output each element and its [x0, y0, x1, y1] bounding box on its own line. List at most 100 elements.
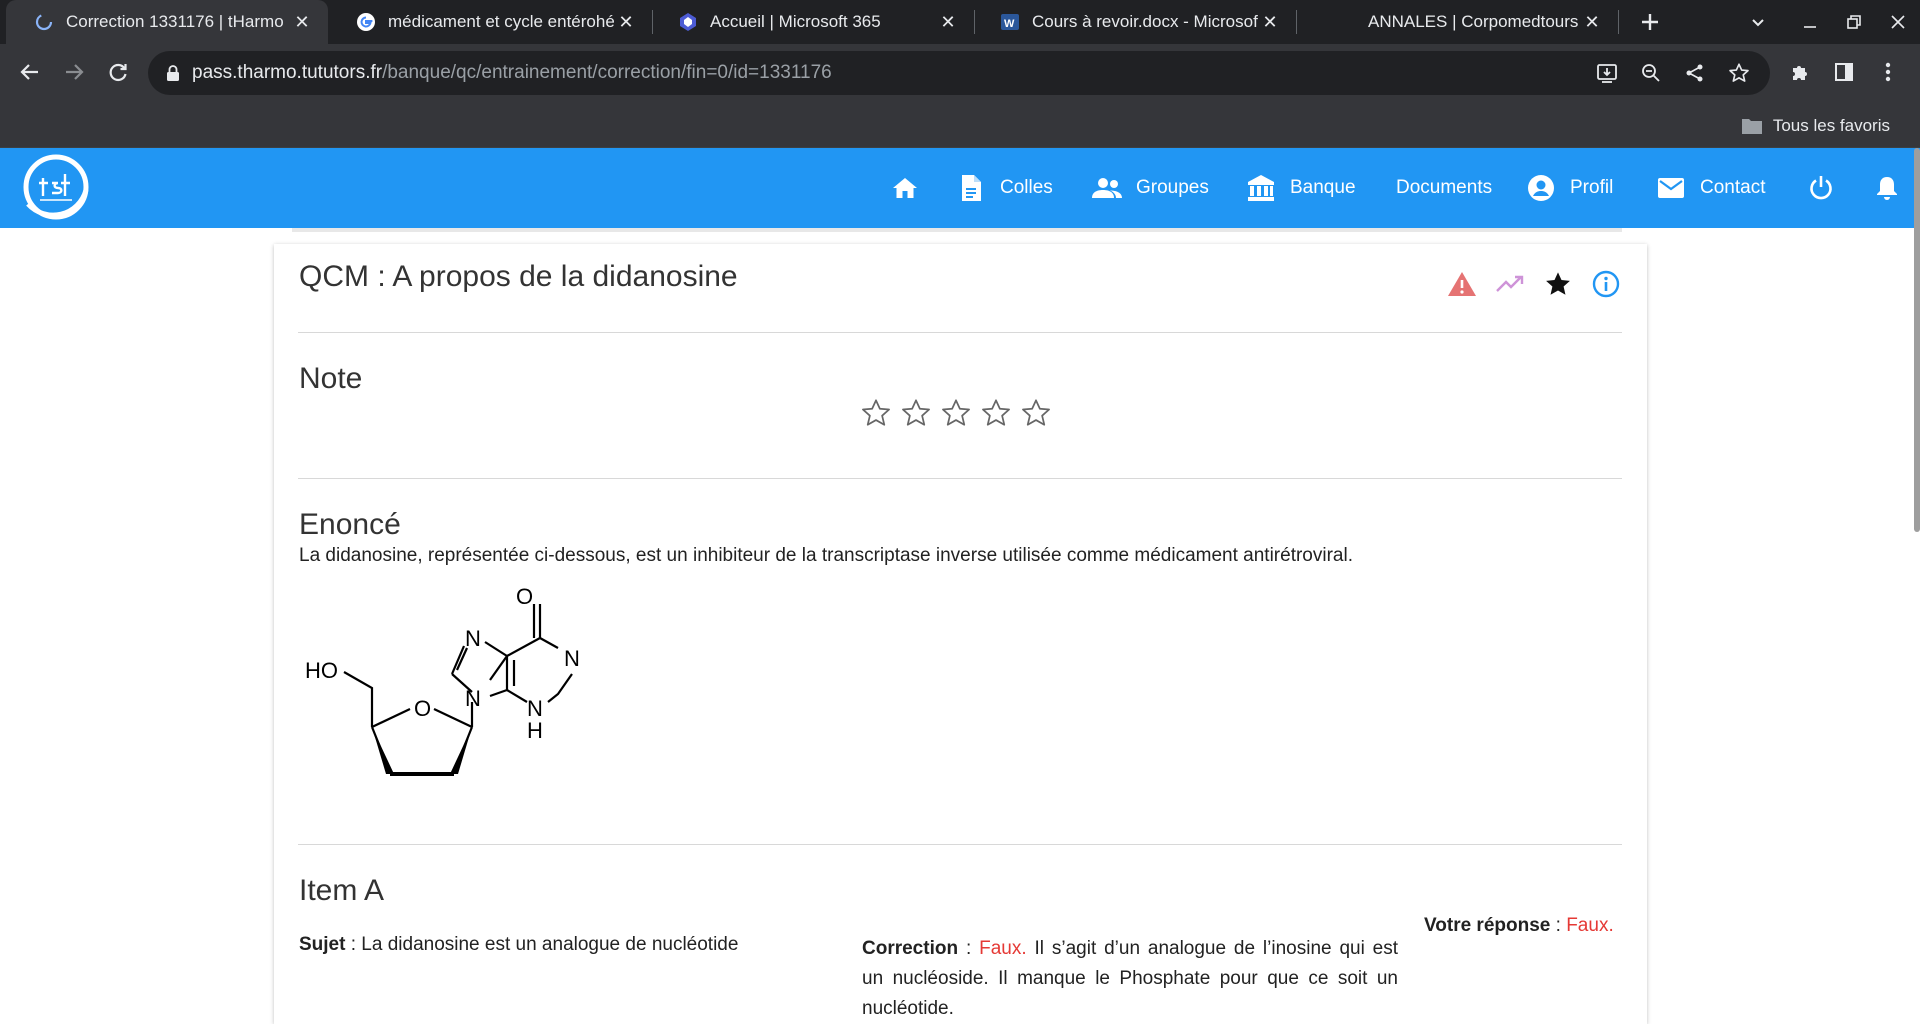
tab-annales[interactable]: ANNALES | Corpomedtours ✕ [1294, 0, 1618, 44]
rating-star-2-icon[interactable] [900, 397, 932, 429]
side-panel-button[interactable] [1824, 52, 1864, 92]
nav-contact[interactable]: Contact [1656, 168, 1765, 208]
item-correction: Correction : Faux. Il s’agit d’un analog… [862, 938, 1399, 1019]
loading-icon [34, 12, 54, 32]
close-icon[interactable]: ✕ [614, 10, 638, 34]
divider [298, 478, 1622, 479]
side-panel-icon [1835, 63, 1853, 81]
nav-documents[interactable]: Documents [1396, 168, 1492, 208]
close-icon[interactable]: ✕ [1258, 10, 1282, 34]
molecule-label-n: N [465, 686, 481, 711]
power-icon [1806, 173, 1836, 203]
home-icon [890, 173, 920, 203]
nav-banque-label: Banque [1290, 177, 1356, 198]
close-icon[interactable]: ✕ [1580, 10, 1604, 34]
correction-label: Correction [862, 938, 959, 959]
sujet-label: Sujet [299, 934, 346, 955]
molecule-label-h: H [527, 718, 543, 743]
browser-toolbar: pass.tharmo.tututors.fr/banque/qc/entrai… [0, 44, 1920, 104]
reponse-value: Faux. [1566, 915, 1614, 936]
warning-icon[interactable] [1446, 268, 1478, 300]
svg-text:W: W [1004, 18, 1015, 30]
rating-star-1-icon[interactable] [860, 397, 892, 429]
bookmark-star-icon[interactable] [1724, 58, 1754, 88]
extensions-button[interactable] [1780, 52, 1820, 92]
share-icon[interactable] [1680, 58, 1710, 88]
nav-colles[interactable]: Colles [956, 168, 1053, 208]
all-bookmarks-label: Tous les favoris [1772, 116, 1890, 135]
word-icon: W [1000, 12, 1020, 32]
tab-google-search[interactable]: médicament et cycle entérohépatique ✕ [328, 0, 652, 44]
tab-title: médicament et cycle entérohépatique [388, 12, 614, 31]
rating-star-4-icon[interactable] [980, 397, 1012, 429]
scrollbar[interactable] [1914, 148, 1920, 532]
tab-strip: Correction 1331176 | tHarmo ✕ médicament… [0, 0, 1920, 44]
star-icon[interactable] [1542, 268, 1574, 300]
enonce-title: Enoncé [299, 508, 401, 541]
address-bar[interactable]: pass.tharmo.tututors.fr/banque/qc/entrai… [148, 51, 1770, 95]
item-sujet: Sujet : La didanosine est un analogue de… [299, 934, 739, 955]
tab-microsoft365[interactable]: Accueil | Microsoft 365 ✕ [650, 0, 974, 44]
info-icon[interactable] [1590, 268, 1622, 300]
nav-groupes-label: Groupes [1136, 177, 1209, 198]
divider [298, 332, 1622, 333]
menu-button[interactable] [1868, 52, 1908, 92]
new-tab-button[interactable] [1628, 0, 1672, 44]
close-icon [1891, 15, 1905, 29]
tab-title: Correction 1331176 | tHarmo [66, 12, 284, 31]
people-icon [1092, 173, 1122, 203]
all-bookmarks-folder[interactable]: Tous les favoris [1741, 112, 1890, 140]
nav-profil[interactable]: Profil [1526, 168, 1613, 208]
url-text: pass.tharmo.tututors.fr/banque/qc/entrai… [192, 62, 832, 84]
nav-banque[interactable]: Banque [1246, 168, 1356, 208]
reload-button[interactable] [98, 52, 138, 92]
account-icon [1526, 173, 1556, 203]
rating-star-5-icon[interactable] [1020, 397, 1052, 429]
nav-home[interactable] [890, 168, 920, 208]
forward-button[interactable] [54, 52, 94, 92]
install-app-icon[interactable] [1592, 58, 1622, 88]
page-top-shadow [292, 228, 1622, 232]
nav-notifications[interactable] [1872, 168, 1902, 208]
rating-stars[interactable] [860, 397, 1052, 429]
nav-logout[interactable] [1806, 168, 1836, 208]
molecule-label-n: N [465, 626, 481, 651]
item-reponse: Votre réponse : Faux. [1424, 915, 1614, 936]
trending-up-icon[interactable] [1494, 268, 1526, 300]
close-icon[interactable]: ✕ [936, 10, 960, 34]
site-navbar: Colles Groupes Banque Documents Profil C… [0, 148, 1920, 228]
mail-icon [1656, 173, 1686, 203]
bookmarks-bar: Tous les favoris [0, 104, 1920, 148]
note-title: Note [299, 362, 363, 395]
zoom-icon[interactable] [1636, 58, 1666, 88]
bell-icon [1872, 173, 1902, 203]
google-icon [356, 12, 376, 32]
minimize-button[interactable] [1788, 0, 1832, 44]
nav-groupes[interactable]: Groupes [1092, 168, 1209, 208]
restore-button[interactable] [1832, 0, 1876, 44]
rating-star-3-icon[interactable] [940, 397, 972, 429]
tab-correction[interactable]: Correction 1331176 | tHarmo ✕ [6, 0, 328, 44]
more-vertical-icon [1885, 62, 1891, 82]
page-title: QCM : A propos de la didanosine [299, 260, 738, 293]
molecule-label-n: N [564, 646, 580, 671]
molecule-label-ring-oxygen: O [414, 696, 431, 721]
close-icon[interactable]: ✕ [290, 10, 314, 34]
arrow-right-icon [66, 64, 84, 80]
nav-documents-label: Documents [1396, 177, 1493, 198]
close-window-button[interactable] [1876, 0, 1920, 44]
tab-word-document[interactable]: W Cours à revoir.docx - Microsoft Word ✕ [972, 0, 1296, 44]
nav-contact-label: Contact [1700, 177, 1766, 198]
sujet-text: La didanosine est un analogue de nucléot… [361, 934, 739, 955]
qcm-card: QCM : A propos de la didanosine Note Eno… [274, 244, 1647, 1024]
tab-title: ANNALES | Corpomedtours [1368, 12, 1579, 31]
tab-search-button[interactable] [1736, 0, 1780, 44]
url-host: pass.tharmo.tututors.fr [192, 62, 383, 83]
site-logo[interactable] [18, 152, 92, 222]
blank-icon [1322, 12, 1342, 32]
plus-icon [1642, 14, 1658, 30]
microsoft365-icon [678, 12, 698, 32]
correction-verdict: Faux. [979, 938, 1027, 959]
item-title: Item A [299, 874, 385, 907]
back-button[interactable] [10, 52, 50, 92]
